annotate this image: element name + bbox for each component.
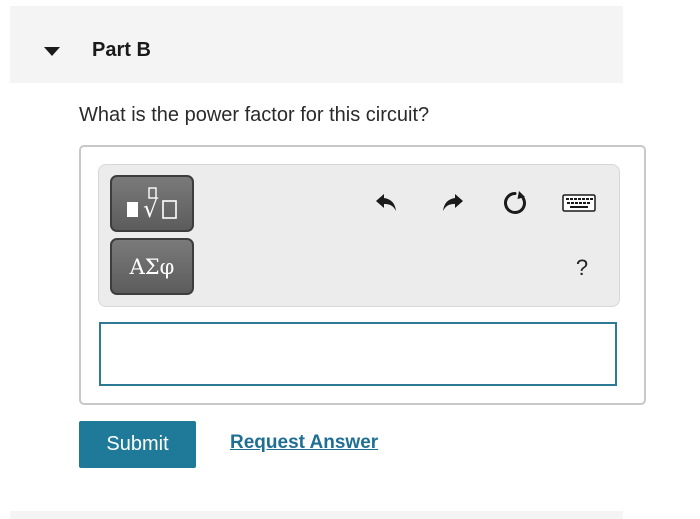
math-toolbar: √ ΑΣφ ? [98,164,620,307]
svg-text:√: √ [143,195,159,223]
answer-box: √ ΑΣφ ? [79,145,646,405]
answer-input[interactable] [99,322,617,386]
request-answer-link[interactable]: Request Answer [230,432,378,454]
next-part-strip [10,511,623,519]
templates-icon: √ [127,186,177,223]
part-header[interactable]: Part B [10,6,623,83]
reset-icon[interactable] [500,188,530,218]
keyboard-icon[interactable] [561,188,597,218]
help-button[interactable]: ? [567,253,597,283]
part-title: Part B [92,39,151,61]
collapse-caret-icon[interactable] [44,47,60,56]
submit-button[interactable]: Submit [79,421,196,468]
redo-icon[interactable] [437,188,467,218]
question-text: What is the power factor for this circui… [79,104,430,126]
templates-button[interactable]: √ [110,175,194,232]
symbols-button[interactable]: ΑΣφ [110,238,194,295]
undo-icon[interactable] [372,188,402,218]
